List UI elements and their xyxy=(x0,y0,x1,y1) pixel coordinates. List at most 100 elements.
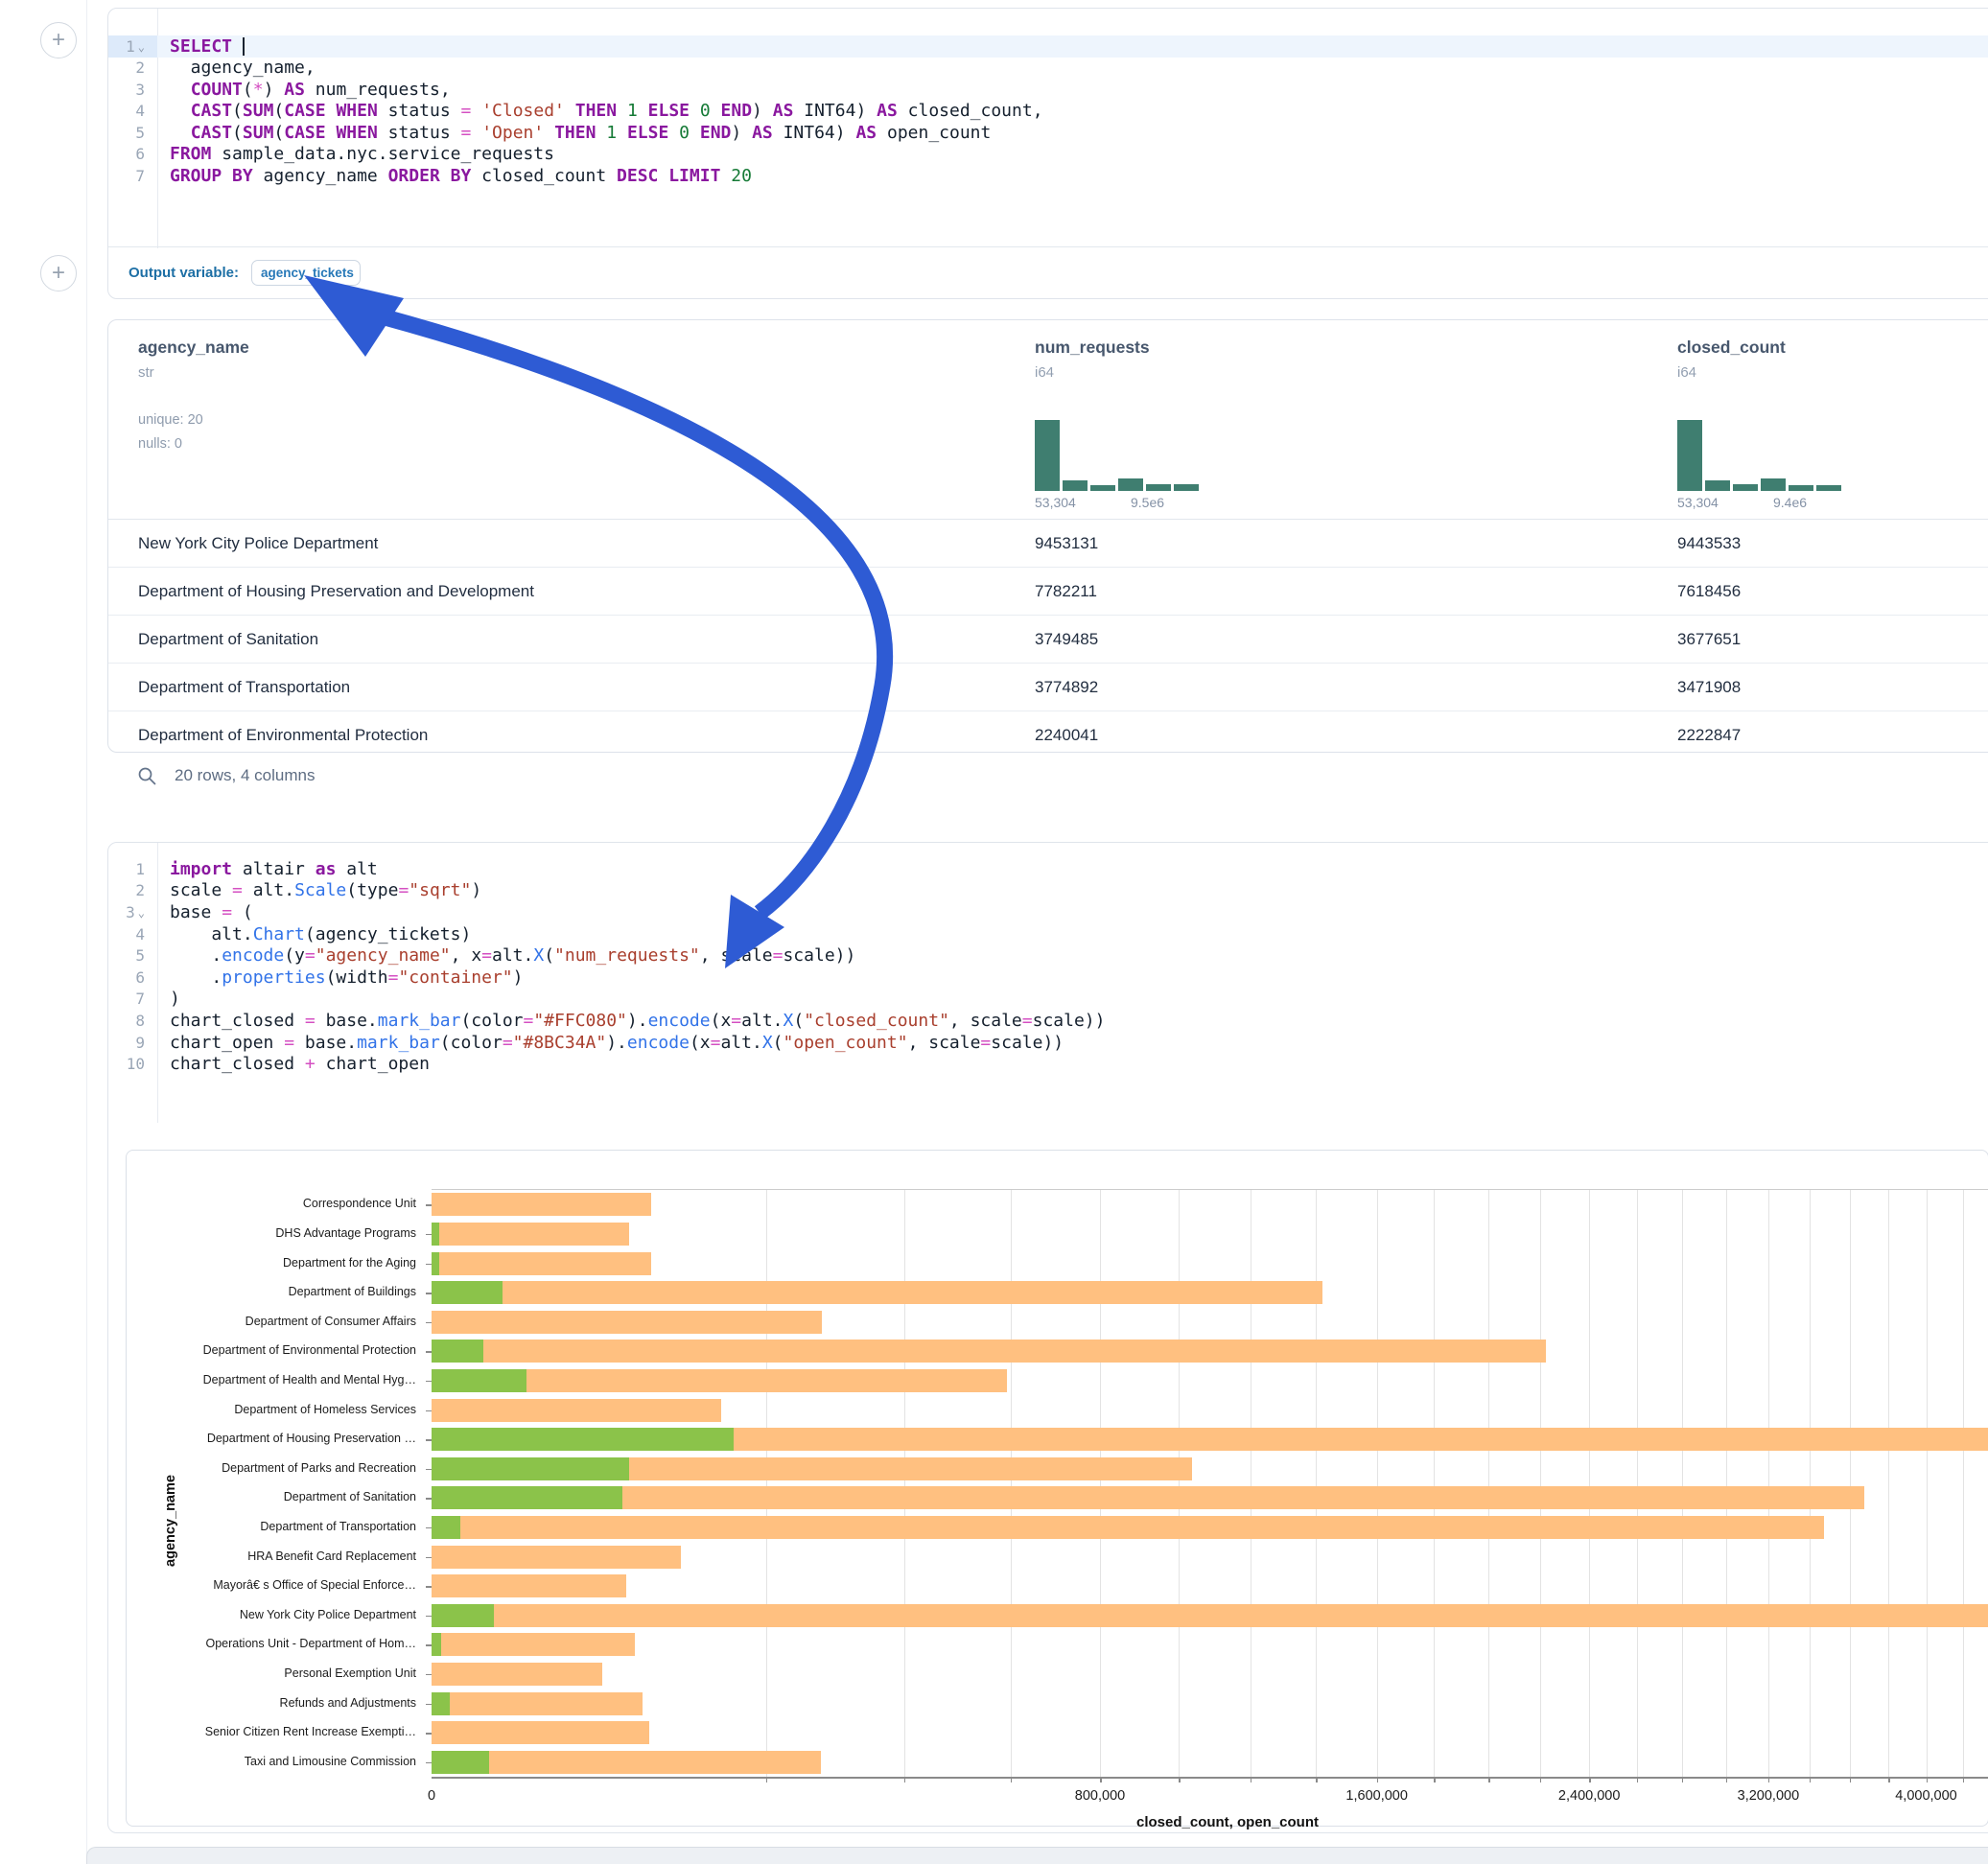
code-line[interactable]: 4 CAST(SUM(CASE WHEN status = 'Closed' T… xyxy=(108,101,1988,123)
collapse-chevron-icon[interactable]: ⌄ xyxy=(138,906,145,920)
column-type: i64 xyxy=(1035,364,1054,381)
sql-editor[interactable]: 1⌄SELECT 2 agency_name,3 COUNT(*) AS num… xyxy=(108,9,1988,187)
chart-x-tick xyxy=(1888,1777,1890,1782)
code-line[interactable]: 3 COUNT(*) AS num_requests, xyxy=(108,79,1988,101)
bar-closed-count xyxy=(432,1604,1988,1627)
code-text: FROM sample_data.nyc.service_requests xyxy=(157,144,554,164)
search-icon[interactable] xyxy=(136,765,157,786)
chart-x-tick xyxy=(1540,1777,1542,1782)
table-row[interactable]: New York City Police Department945313194… xyxy=(108,520,1988,567)
code-text: alt.Chart(agency_tickets) xyxy=(157,924,471,944)
table-cell: 2240041 xyxy=(1035,711,1098,753)
table-row[interactable]: Department of Transportation377489234719… xyxy=(108,663,1988,711)
code-line[interactable]: 1⌄SELECT xyxy=(108,35,1988,58)
text-cursor xyxy=(243,37,245,56)
chart-y-axis-label: New York City Police Department xyxy=(127,1608,416,1621)
chart-y-tick xyxy=(426,1498,432,1500)
output-variable-pill[interactable]: agency_tickets xyxy=(251,260,361,286)
chart-y-tick xyxy=(426,1733,432,1735)
code-text: .encode(y="agency_name", x=alt.X("num_re… xyxy=(157,945,855,966)
chart-y-tick xyxy=(426,1381,432,1383)
table-row[interactable]: Department of Environmental Protection22… xyxy=(108,711,1988,753)
table-header: agency_namestrunique: 20nulls: 0num_requ… xyxy=(108,320,1988,520)
bar-open-count xyxy=(432,1516,460,1539)
code-line[interactable]: 1import altair as alt xyxy=(108,858,1988,880)
sql-cell: 1⌄SELECT 2 agency_name,3 COUNT(*) AS num… xyxy=(107,8,1988,299)
code-line[interactable]: 3⌄base = ( xyxy=(108,901,1988,923)
code-line[interactable]: 6FROM sample_data.nyc.service_requests xyxy=(108,144,1988,166)
code-line[interactable]: 2 agency_name, xyxy=(108,58,1988,80)
chart-y-tick xyxy=(426,1204,432,1206)
chart-y-tick xyxy=(426,1351,432,1353)
table-cell: 7782211 xyxy=(1035,568,1097,615)
chart-plot-area: Correspondence UnitDHS Advantage Program… xyxy=(432,1189,1988,1779)
bar-closed-count xyxy=(432,1663,602,1686)
histogram-bar xyxy=(1146,484,1171,491)
code-line[interactable]: 2scale = alt.Scale(type="sqrt") xyxy=(108,880,1988,902)
chart-gridline xyxy=(1682,1190,1683,1777)
chart-x-tick xyxy=(1768,1777,1770,1782)
add-cell-button-middle[interactable]: + xyxy=(40,255,77,291)
line-number: 7 xyxy=(108,989,157,1011)
chart-x-tick xyxy=(766,1777,768,1782)
chart-y-axis-label: Department of Environmental Protection xyxy=(127,1343,416,1357)
chart-gridline xyxy=(1377,1190,1378,1777)
bar-open-count xyxy=(432,1340,483,1363)
code-text: CAST(SUM(CASE WHEN status = 'Closed' THE… xyxy=(157,101,1043,121)
table-cell: 3677651 xyxy=(1677,616,1741,663)
chart-y-axis-label: Department of Buildings xyxy=(127,1285,416,1298)
code-line[interactable]: 4 alt.Chart(agency_tickets) xyxy=(108,923,1988,945)
histogram-bar xyxy=(1090,485,1115,491)
code-line[interactable]: 5 .encode(y="agency_name", x=alt.X("num_… xyxy=(108,944,1988,967)
histogram-bar xyxy=(1705,480,1730,491)
histogram-max-label: 9.4e6 xyxy=(1773,495,1807,510)
chart-y-axis-label: Department of Transportation xyxy=(127,1520,416,1533)
chart-x-axis-label: 3,200,000 xyxy=(1738,1788,1800,1804)
chart-x-tick xyxy=(1434,1777,1436,1782)
chart-x-tick xyxy=(1682,1777,1684,1782)
histogram-bar xyxy=(1733,484,1758,491)
code-line[interactable]: 5 CAST(SUM(CASE WHEN status = 'Open' THE… xyxy=(108,122,1988,144)
collapse-chevron-icon[interactable]: ⌄ xyxy=(138,40,145,54)
chart-x-axis-label: 0 xyxy=(428,1788,435,1804)
bar-closed-count xyxy=(432,1281,1322,1304)
histogram-bar xyxy=(1677,420,1702,491)
chart-y-axis-label: Personal Exemption Unit xyxy=(127,1666,416,1680)
column-type: i64 xyxy=(1677,364,1696,381)
chart-gridline xyxy=(1011,1190,1012,1777)
table-cell: Department of Housing Preservation and D… xyxy=(138,568,534,615)
chart-gridline xyxy=(1488,1190,1489,1777)
table-cell: 2222847 xyxy=(1677,711,1741,753)
chart-gridline xyxy=(1850,1190,1851,1777)
code-line[interactable]: 7) xyxy=(108,989,1988,1011)
code-text: COUNT(*) AS num_requests, xyxy=(157,80,451,100)
python-editor[interactable]: 1import altair as alt2scale = alt.Scale(… xyxy=(108,843,1988,1075)
code-line[interactable]: 6 .properties(width="container") xyxy=(108,967,1988,989)
code-line[interactable]: 10chart_closed + chart_open xyxy=(108,1053,1988,1075)
chart-y-tick xyxy=(426,1586,432,1588)
bar-closed-count xyxy=(432,1692,643,1715)
chart-y-axis-label: HRA Benefit Card Replacement xyxy=(127,1549,416,1563)
table-row[interactable]: Department of Sanitation37494853677651 xyxy=(108,615,1988,663)
bar-open-count xyxy=(432,1281,503,1304)
chart-y-tick xyxy=(426,1644,432,1646)
table-row[interactable]: Department of Housing Preservation and D… xyxy=(108,567,1988,615)
bar-closed-count xyxy=(432,1223,629,1246)
chart-y-tick xyxy=(426,1469,432,1471)
table-cell: Department of Transportation xyxy=(138,664,350,711)
next-cell-collapsed[interactable] xyxy=(86,1847,1988,1864)
bar-closed-count xyxy=(432,1751,821,1774)
code-line[interactable]: 7GROUP BY agency_name ORDER BY closed_co… xyxy=(108,165,1988,187)
column-name: closed_count xyxy=(1677,338,1786,358)
chart-gridline xyxy=(1726,1190,1727,1777)
chart-x-tick xyxy=(1488,1777,1490,1782)
code-line[interactable]: 8chart_closed = base.mark_bar(color="#FF… xyxy=(108,1010,1988,1032)
line-number: 6 xyxy=(108,967,157,989)
chart-x-tick xyxy=(1589,1777,1591,1782)
table-cell: 3774892 xyxy=(1035,664,1098,711)
code-line[interactable]: 9chart_open = base.mark_bar(color="#8BC3… xyxy=(108,1032,1988,1054)
table-cell: New York City Police Department xyxy=(138,520,378,567)
bar-open-count xyxy=(432,1252,439,1275)
chart-y-axis-label: Department of Health and Mental Hyg… xyxy=(127,1373,416,1386)
add-cell-button-top[interactable]: + xyxy=(40,22,77,58)
